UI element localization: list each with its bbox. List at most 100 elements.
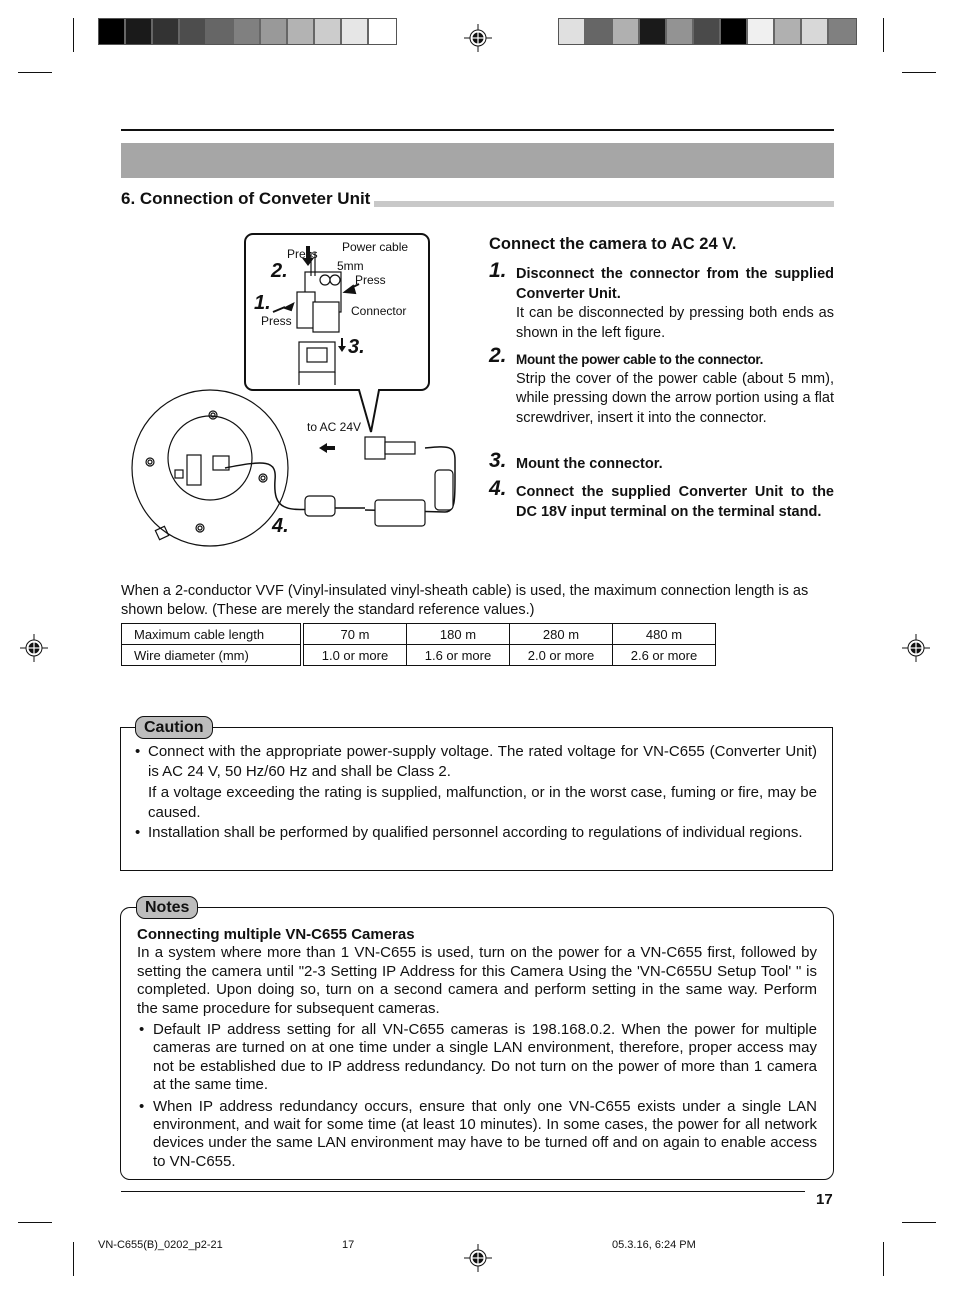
color-swatch <box>694 19 721 44</box>
label-press-left: Press <box>261 314 292 328</box>
color-swatch <box>802 19 829 44</box>
color-swatch <box>99 19 126 44</box>
color-swatch <box>748 19 775 44</box>
table-cell: 480 m <box>612 623 716 645</box>
step-number: 1. <box>489 259 507 282</box>
table-row: Maximum cable length 70 m 180 m 280 m 48… <box>121 623 716 645</box>
section-title: 6. Connection of Conveter Unit <box>121 189 375 209</box>
color-swatch <box>153 19 180 44</box>
converter-unit <box>374 499 426 527</box>
row-label: Wire diameter (mm) <box>121 644 304 666</box>
color-swatch <box>640 19 667 44</box>
notes-item: Default IP address setting for all VN-C6… <box>137 1021 817 1095</box>
label-power-cable: Power cable <box>342 240 409 254</box>
figure-step-3: 3. <box>348 336 365 358</box>
color-swatch <box>207 19 234 44</box>
table-cell: 2.6 or more <box>612 644 716 666</box>
color-swatch <box>369 19 396 44</box>
crop-mark <box>18 1222 52 1223</box>
connection-diagram <box>131 233 456 547</box>
step-4: 4. Connect the supplied Converter Unit t… <box>489 478 834 522</box>
registration-mark-icon <box>464 1244 492 1272</box>
step-number: 2. <box>489 344 507 367</box>
color-swatch <box>667 19 694 44</box>
plug-connector <box>364 436 386 460</box>
notes-item: When IP address redundancy occurs, ensur… <box>137 1098 817 1172</box>
registration-mark-icon <box>902 634 930 662</box>
color-swatch <box>342 19 369 44</box>
slug-file: VN-C655(B)_0202_p2-21 <box>98 1239 223 1251</box>
step-3: 3. Mount the connector. <box>489 450 834 475</box>
notes-paragraph: In a system where more than 1 VN-C655 is… <box>137 944 817 1017</box>
color-swatch <box>613 19 640 44</box>
crop-mark <box>73 18 74 52</box>
crop-mark <box>883 18 884 52</box>
step-number: 4. <box>489 477 507 500</box>
notes-heading: Connecting multiple VN-C655 Cameras <box>137 926 415 943</box>
label-5mm: 5mm <box>337 259 364 273</box>
step-heading: Disconnect the connector from the suppli… <box>516 266 834 302</box>
left-arrow-icon <box>319 443 335 453</box>
notes-tag: Notes <box>136 896 199 919</box>
color-swatch <box>829 19 856 44</box>
camera-base-illustration <box>131 389 289 547</box>
color-swatch <box>586 19 613 44</box>
caution-item: Connect with the appropriate power-suppl… <box>135 742 817 823</box>
crop-mark <box>18 72 52 73</box>
color-swatch <box>721 19 748 44</box>
label-press-right: Press <box>355 273 386 287</box>
step-description: Strip the cover of the power cable (abou… <box>516 370 834 426</box>
color-swatch <box>180 19 207 44</box>
page-number: 17 <box>816 1191 833 1208</box>
row-label: Maximum cable length <box>121 623 304 645</box>
label-press-top: Press <box>287 247 318 261</box>
table-cell: 280 m <box>509 623 613 645</box>
notes-content: Connecting multiple VN-C655 Cameras In a… <box>137 926 817 1171</box>
color-swatch <box>559 19 586 44</box>
color-swatch <box>288 19 315 44</box>
registration-mark-icon <box>20 634 48 662</box>
step-heading: Connect the supplied Converter Unit to t… <box>516 484 834 520</box>
color-bar-right <box>558 18 857 45</box>
color-swatch <box>234 19 261 44</box>
figure-step-2: 2. <box>271 260 288 282</box>
caution-tag: Caution <box>135 716 213 739</box>
color-swatch <box>775 19 802 44</box>
ferrite-core <box>434 469 454 511</box>
step-heading: Mount the connector. <box>516 456 663 472</box>
crop-mark <box>902 1222 936 1223</box>
step-number: 3. <box>489 449 507 472</box>
slug-date: 05.3.16, 6:24 PM <box>612 1239 696 1251</box>
header-rule <box>121 129 834 131</box>
step-2: 2. Mount the power cable to the connecto… <box>489 345 834 428</box>
table-cell: 180 m <box>406 623 510 645</box>
label-connector: Connector <box>351 304 407 318</box>
figure-step-1: 1. <box>254 292 271 314</box>
figure-step-4: 4. <box>272 515 289 537</box>
footer-rule <box>121 1191 805 1192</box>
table-row: Wire diameter (mm) 1.0 or more 1.6 or mo… <box>121 644 716 666</box>
ferrite-core <box>304 495 336 517</box>
step-1: 1. Disconnect the connector from the sup… <box>489 260 834 343</box>
label-to-ac: to AC 24V <box>307 420 362 434</box>
color-swatch <box>126 19 153 44</box>
table-cell: 1.0 or more <box>301 644 407 666</box>
caution-item: Installation shall be performed by quali… <box>135 823 817 844</box>
table-cell: 70 m <box>301 623 407 645</box>
instructions-title: Connect the camera to AC 24 V. <box>489 235 737 253</box>
cable-spec-table: Maximum cable length 70 m 180 m 280 m 48… <box>121 623 716 666</box>
color-swatch <box>261 19 288 44</box>
crop-mark <box>73 1242 74 1276</box>
crop-mark <box>883 1242 884 1276</box>
step-heading: Mount the power cable to the connector. <box>516 352 764 367</box>
registration-mark-icon <box>464 24 492 52</box>
table-cell: 1.6 or more <box>406 644 510 666</box>
color-bar-left <box>98 18 397 45</box>
crop-mark <box>902 72 936 73</box>
cable-intro-text: When a 2-conductor VVF (Vinyl-insulated … <box>121 583 809 618</box>
slug-page: 17 <box>342 1239 355 1251</box>
caution-list: Connect with the appropriate power-suppl… <box>135 742 817 844</box>
step-description: It can be disconnected by pressing both … <box>516 305 834 341</box>
header-band <box>121 143 834 178</box>
table-cell: 2.0 or more <box>509 644 613 666</box>
